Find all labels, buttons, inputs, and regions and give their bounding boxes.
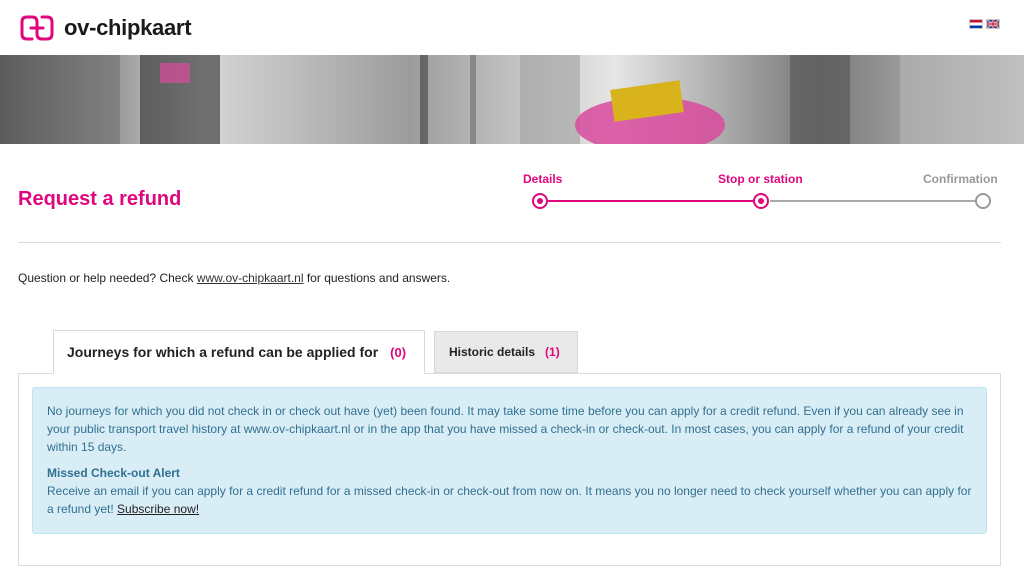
help-link[interactable]: www.ov-chipkaart.nl — [197, 271, 304, 285]
step-label-stop-or-station: Stop or station — [718, 172, 803, 186]
tab-label: Historic details — [449, 345, 536, 359]
subscribe-link[interactable]: Subscribe now! — [117, 502, 199, 516]
progress-steps: Details Stop or station Confirmation — [510, 172, 1010, 222]
step-label-confirmation: Confirmation — [923, 172, 998, 186]
logo-icon — [20, 15, 54, 41]
alert-paragraph: No journeys for which you did not check … — [47, 404, 964, 454]
step-dot-details — [532, 193, 548, 209]
page-title: Request a refund — [18, 188, 182, 210]
tab-label: Journeys for which a refund can be appli… — [67, 344, 379, 360]
help-suffix: for questions and answers. — [303, 271, 451, 285]
divider — [18, 242, 1001, 243]
info-alert: No journeys for which you did not check … — [32, 387, 987, 534]
header-banner-image — [0, 55, 1024, 144]
step-dot-confirmation — [975, 193, 991, 209]
flag-en-icon[interactable] — [986, 19, 1000, 29]
tab-historic-details[interactable]: Historic details (1) — [434, 331, 578, 373]
help-prefix: Question or help needed? Check — [18, 271, 197, 285]
step-connector-todo — [770, 200, 980, 202]
alert-body: Receive an email if you can apply for a … — [47, 482, 972, 518]
site-header: ov-chipkaart — [0, 0, 1024, 55]
logo[interactable]: ov-chipkaart — [18, 14, 192, 42]
logo-text: ov-chipkaart — [64, 15, 192, 40]
help-text: Question or help needed? Check www.ov-ch… — [18, 271, 450, 285]
step-dot-stop-or-station — [753, 193, 769, 209]
language-switcher — [969, 19, 1000, 29]
tab-refundable-journeys[interactable]: Journeys for which a refund can be appli… — [53, 330, 425, 374]
flag-nl-icon[interactable] — [969, 19, 983, 29]
step-label-details: Details — [523, 172, 563, 186]
alert-title: Missed Check-out Alert — [47, 466, 180, 480]
tab-count: (1) — [545, 345, 560, 359]
step-connector-done — [548, 200, 763, 202]
tab-count: (0) — [390, 344, 407, 360]
